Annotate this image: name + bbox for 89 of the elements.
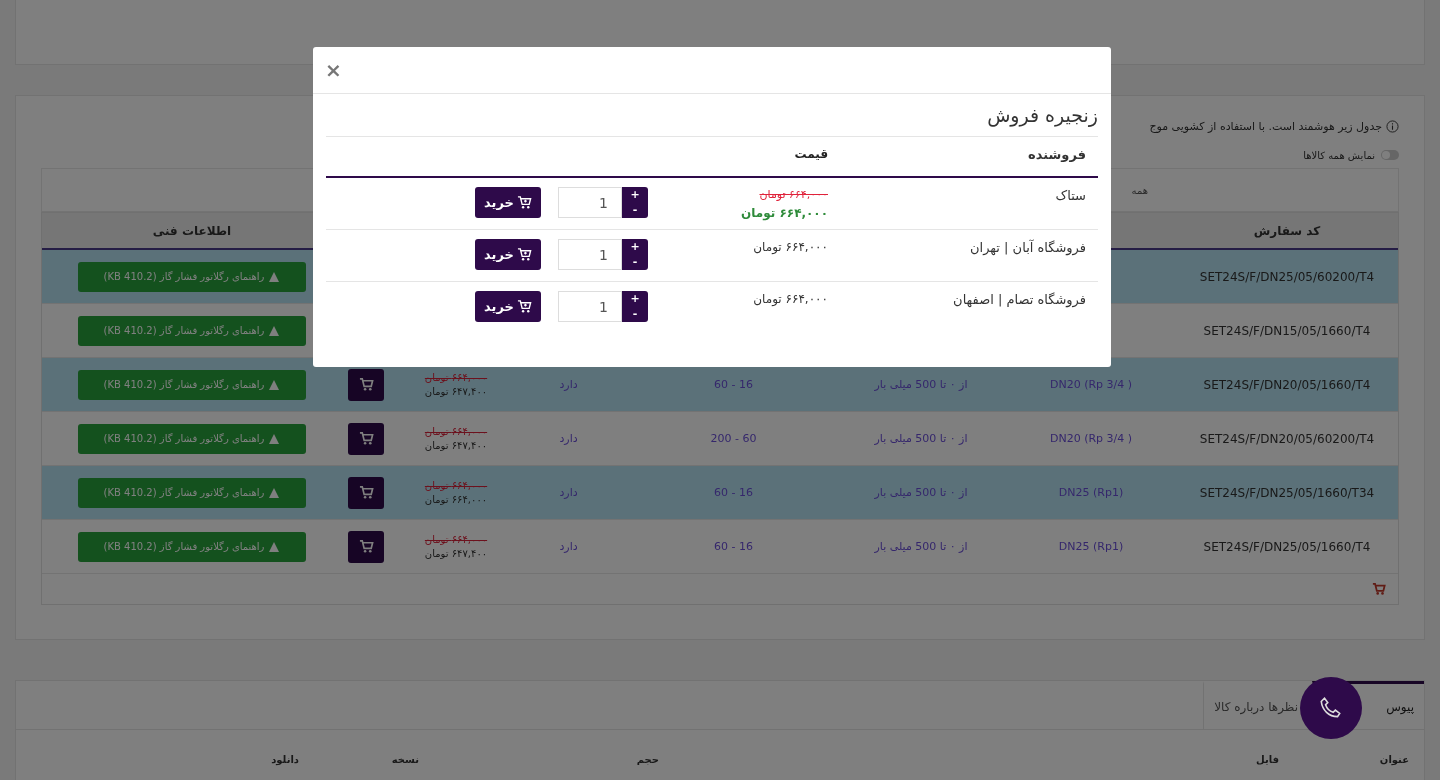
cart-button[interactable] <box>348 476 384 509</box>
range-link[interactable]: 16 - 60 <box>714 378 753 391</box>
quantity-field[interactable]: 1 <box>558 187 622 218</box>
order-code: SET24S/F/DN20/05/1660/T4 <box>1202 376 1372 394</box>
column-header: فروشنده <box>1028 147 1086 162</box>
column-header: قیمت <box>794 147 828 161</box>
triangle-icon <box>268 486 281 499</box>
pressure-link[interactable]: از ۰ تا 500 میلی بار <box>874 432 968 445</box>
triangle-icon <box>268 324 281 337</box>
order-code: SET24S/F/DN15/05/1660/T4 <box>1202 322 1372 340</box>
cart-icon <box>516 195 532 210</box>
stock-link[interactable]: دارد <box>559 378 578 391</box>
decrement-button[interactable]: - <box>622 202 648 217</box>
column-header: فایل <box>1255 754 1279 765</box>
connection-link[interactable]: DN25 (Rp1) <box>1058 486 1124 499</box>
cart-icon <box>358 485 374 500</box>
seller-name: فروشگاه تصام | اصفهان <box>953 292 1086 307</box>
triangle-icon <box>268 270 281 283</box>
connection-link[interactable]: DN20 (Rp 3/4 ) <box>1049 432 1133 445</box>
triangle-icon <box>268 378 281 391</box>
discounted-price: ۶۶۴,۰۰۰ تومان <box>741 206 828 220</box>
cart-button[interactable] <box>348 422 384 455</box>
pressure-link[interactable]: از ۰ تا 500 میلی بار <box>874 378 968 391</box>
column-header: دانلود <box>270 754 299 765</box>
buy-button[interactable]: خرید <box>475 291 541 322</box>
stock-link[interactable]: دارد <box>559 432 578 445</box>
triangle-icon <box>268 432 281 445</box>
range-link[interactable]: 16 - 60 <box>714 486 753 499</box>
seller-name: ستاک <box>1055 188 1086 203</box>
cart-button[interactable] <box>348 368 384 401</box>
stock-link[interactable]: دارد <box>559 540 578 553</box>
triangle-icon <box>268 540 281 553</box>
increment-button[interactable]: + <box>622 239 648 254</box>
range-link[interactable]: 60 - 200 <box>710 432 757 445</box>
buy-button[interactable]: خرید <box>475 187 541 218</box>
info-icon <box>1386 119 1399 133</box>
old-price: ۶۶۴,۰۰۰ تومان <box>424 534 488 545</box>
quantity-field[interactable]: 1 <box>558 291 622 322</box>
close-button[interactable]: × <box>323 60 344 80</box>
column-header: نسخه <box>390 754 419 765</box>
old-price: ۶۶۴,۰۰۰ تومان <box>424 372 488 383</box>
connection-link[interactable]: DN20 (Rp 3/4 ) <box>1049 378 1133 391</box>
notice-text: جدول زیر هوشمند است. با استفاده از کشویی موج <box>1149 119 1382 133</box>
toggle-switch[interactable] <box>1381 150 1399 160</box>
increment-button[interactable]: + <box>622 187 648 202</box>
old-price: ۶۶۴,۰۰۰ تومان <box>424 426 488 437</box>
price: ۶۶۴,۰۰۰ تومان <box>753 292 828 306</box>
pressure-link[interactable]: از ۰ تا 500 میلی بار <box>874 486 968 499</box>
column-header: اطلاعات فنی <box>151 222 233 240</box>
price: ۶۶۴,۰۰۰ تومان <box>753 240 828 254</box>
cart-icon <box>358 377 374 392</box>
cart-icon <box>358 539 374 554</box>
order-code: SET24S/F/DN25/05/1660/T4 <box>1202 538 1372 556</box>
price: ۶۴۷,۴۰۰ تومان <box>424 548 488 559</box>
buy-button[interactable]: خرید <box>475 239 541 270</box>
quantity-field[interactable]: 1 <box>558 239 622 270</box>
guide-button[interactable]: راهنمای رگلاتور فشار گاز (KB 410.2) <box>78 423 306 454</box>
order-code: SET24S/F/DN25/05/1660/T34 <box>1198 484 1376 502</box>
decrement-button[interactable]: - <box>622 306 648 321</box>
guide-button[interactable]: راهنمای رگلاتور فشار گاز (KB 410.2) <box>78 477 306 508</box>
range-link[interactable]: 16 - 60 <box>714 540 753 553</box>
modal-title: زنجیره فروش <box>326 94 1098 137</box>
increment-button[interactable]: + <box>622 291 648 306</box>
cart-icon <box>516 247 532 262</box>
price: ۶۶۴,۰۰۰ تومان <box>424 494 488 505</box>
old-price: ۶۶۴,۰۰۰ تومان <box>424 480 488 491</box>
guide-button[interactable]: راهنمای رگلاتور فشار گاز (KB 410.2) <box>78 315 306 346</box>
connection-link[interactable]: DN25 (Rp1) <box>1058 540 1124 553</box>
old-price: ۶۶۴,۰۰۰ تومان <box>759 188 828 201</box>
column-header: کد سفارش <box>1252 222 1322 240</box>
order-code: SET24S/F/DN25/05/60200/T4 <box>1198 268 1376 286</box>
order-code: SET24S/F/DN20/05/60200/T4 <box>1198 430 1376 448</box>
pressure-link[interactable]: از ۰ تا 500 میلی بار <box>874 540 968 553</box>
filter-value[interactable]: همه <box>1131 184 1148 196</box>
cart-icon <box>516 299 532 314</box>
price: ۶۴۷,۴۰۰ تومان <box>424 440 488 451</box>
price: ۶۴۷,۴۰۰ تومان <box>424 386 488 397</box>
cart-button[interactable] <box>348 530 384 563</box>
toggle-label: نمایش همه کالاها <box>1303 149 1375 161</box>
decrement-button[interactable]: - <box>622 254 648 269</box>
guide-button[interactable]: راهنمای رگلاتور فشار گاز (KB 410.2) <box>78 369 306 400</box>
guide-button[interactable]: راهنمای رگلاتور فشار گاز (KB 410.2) <box>78 261 306 292</box>
guide-button[interactable]: راهنمای رگلاتور فشار گاز (KB 410.2) <box>78 531 306 562</box>
column-header: حجم <box>635 754 659 765</box>
cart-icon <box>358 431 374 446</box>
seller-name: فروشگاه آبان | تهران <box>970 240 1086 255</box>
cart-icon <box>1372 582 1386 596</box>
stock-link[interactable]: دارد <box>559 486 578 499</box>
column-header: عنوان <box>1378 754 1409 765</box>
